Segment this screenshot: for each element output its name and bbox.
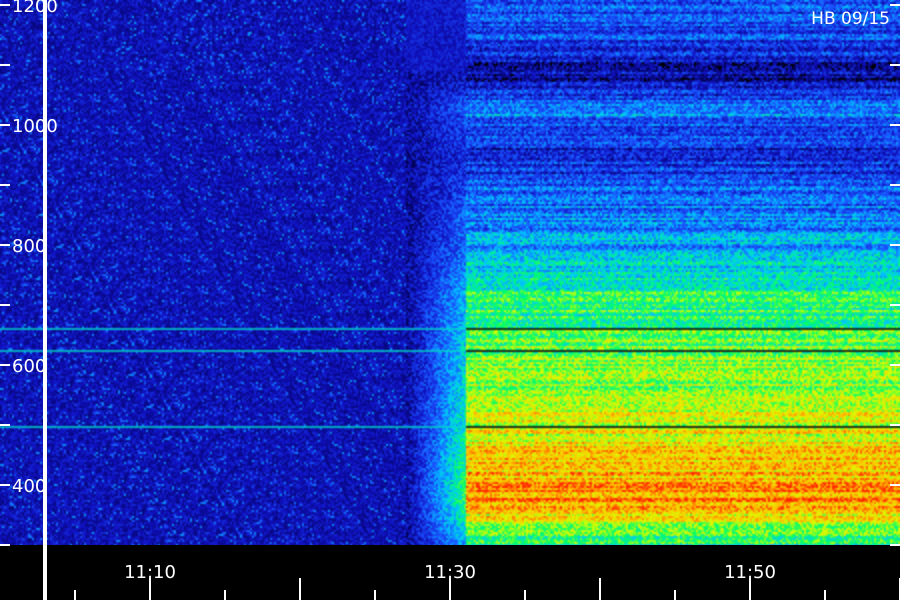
x-tick-label: 11:30: [424, 562, 476, 583]
y-tick-label: 1000: [12, 116, 58, 137]
x-tick-label: 11:10: [124, 562, 176, 583]
x-tick-label: 11:50: [724, 562, 776, 583]
y-tick-label: 600: [12, 356, 46, 377]
spectrogram-chart: HB 09/15 1200 1000 800 600 400 11:10 11:30 11:…: [0, 0, 900, 600]
spectrogram-heatmap: [0, 0, 900, 600]
y-tick-label: 800: [12, 236, 46, 257]
station-annotation: HB 09/15: [811, 9, 890, 29]
y-tick-label: 1200: [12, 0, 58, 17]
y-tick-label: 400: [12, 476, 46, 497]
